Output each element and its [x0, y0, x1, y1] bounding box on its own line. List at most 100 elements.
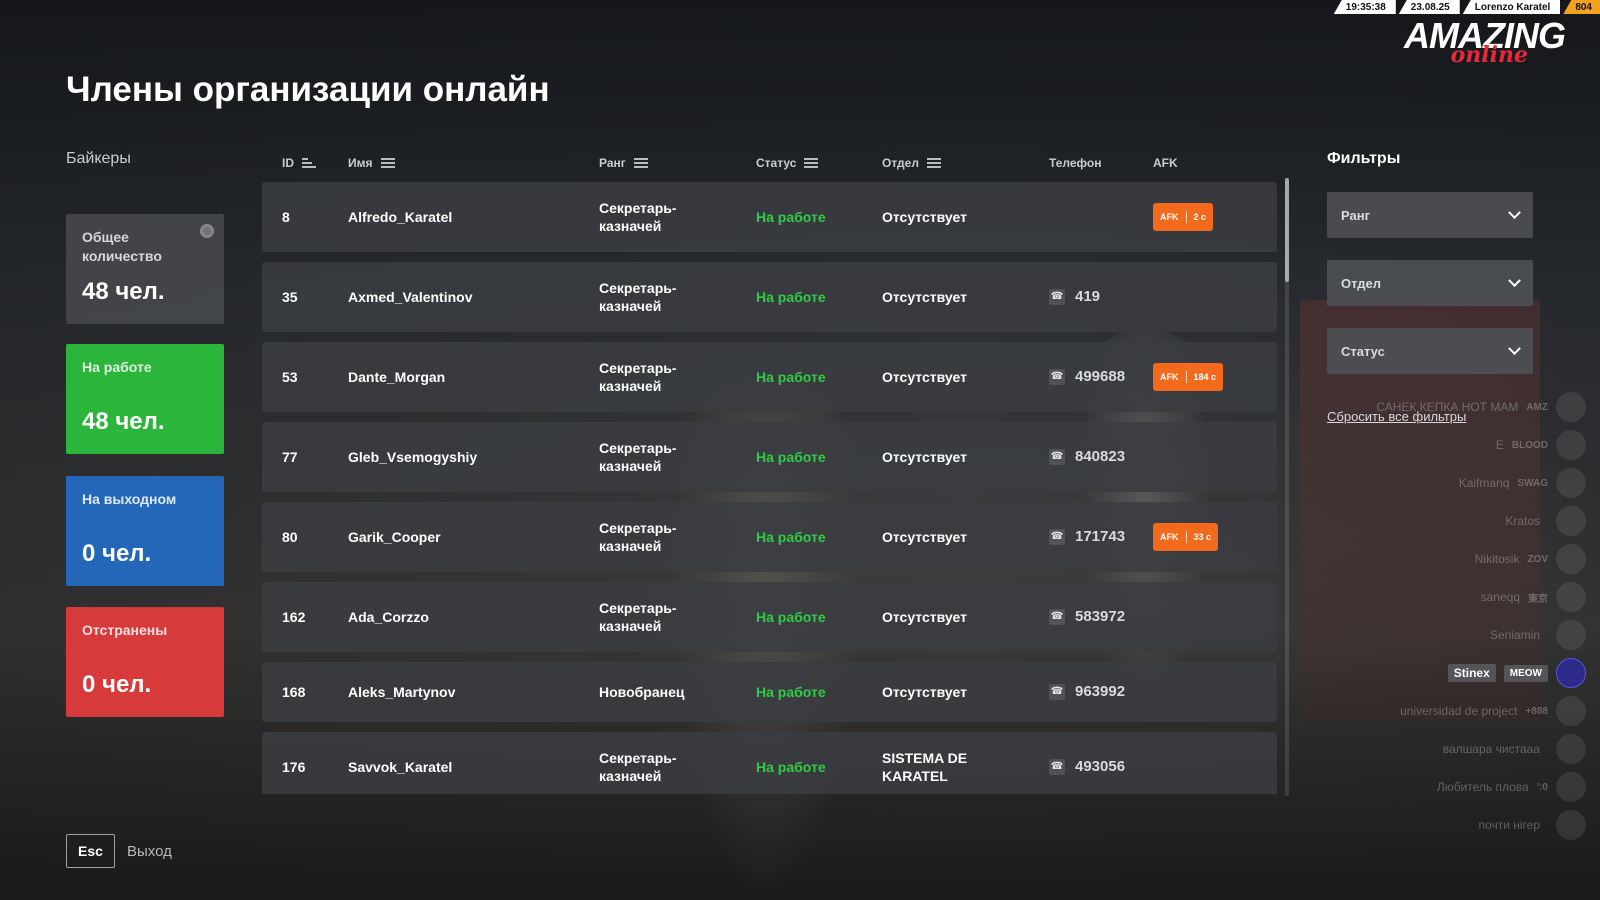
stat-value: 0 чел.	[82, 671, 152, 698]
player-list-overlay: САНЕК КЕПКА НОТ МАМ AMZ E BLOOD Kaifmanq SW…	[1296, 388, 1586, 844]
member-phone[interactable]: ☎ 171743	[1049, 528, 1125, 546]
member-rank: Секретарь-казначей	[599, 520, 677, 554]
member-rank: Секретарь-казначей	[599, 750, 677, 784]
player-name: валшара чистааа	[1442, 742, 1540, 756]
member-status: На работе	[756, 684, 826, 700]
player-tag: AMZ	[1526, 401, 1548, 413]
phone-icon: ☎	[1049, 369, 1065, 385]
members-table[interactable]: 8 Alfredo_Karatel Секретарь-казначей На …	[262, 182, 1277, 794]
member-dept: Отсутствует	[882, 529, 967, 545]
member-phone[interactable]: ☎ 419	[1049, 288, 1100, 306]
player-item: Nikitosik ZOV	[1296, 540, 1586, 578]
member-rank: Секретарь-казначей	[599, 600, 677, 634]
exit-label[interactable]: Выход	[127, 843, 172, 860]
member-rank: Секретарь-казначей	[599, 440, 677, 474]
table-row[interactable]: 162 Ada_Corzzo Секретарь-казначей На раб…	[262, 582, 1277, 652]
organization-name: Байкеры	[66, 150, 131, 167]
member-phone[interactable]: ☎ 963992	[1049, 683, 1125, 701]
sort-icon[interactable]	[804, 158, 819, 168]
avatar	[1556, 810, 1586, 840]
select-label: Статус	[1341, 343, 1385, 359]
player-item: Любитель плова ':0	[1296, 768, 1586, 806]
sort-icon[interactable]	[380, 158, 395, 168]
column-header-dept[interactable]: Отдел	[882, 156, 941, 170]
column-label: Отдел	[882, 156, 919, 170]
member-name: Aleks_Martynov	[348, 684, 456, 700]
column-header-phone: Телефон	[1049, 156, 1101, 170]
column-header-name[interactable]: Имя	[348, 156, 395, 170]
date: 23.08.25	[1398, 0, 1460, 14]
player-item: Kaifmanq SWAG	[1296, 464, 1586, 502]
member-phone[interactable]: ☎ 499688	[1049, 368, 1125, 386]
game-logo: AMAZING online	[1404, 18, 1584, 69]
column-label: AFK	[1153, 156, 1178, 170]
table-row[interactable]: 8 Alfredo_Karatel Секретарь-казначей На …	[262, 182, 1277, 252]
sort-ascending-icon[interactable]	[302, 158, 316, 168]
member-phone[interactable]: ☎ 840823	[1049, 448, 1125, 466]
filter-status-select[interactable]: Статус	[1327, 328, 1533, 374]
afk-time: 33 с	[1193, 532, 1212, 542]
column-header-status[interactable]: Статус	[756, 156, 819, 170]
stat-value: 48 чел.	[82, 278, 165, 305]
stat-card-total[interactable]: Общее количество 48 чел.	[66, 214, 224, 324]
player-tag: 東京	[1528, 593, 1548, 605]
stat-card-working[interactable]: На работе 48 чел.	[66, 344, 224, 454]
player-name: Stinex	[1447, 664, 1496, 682]
member-status: На работе	[756, 209, 826, 225]
info-icon[interactable]	[200, 224, 214, 238]
afk-label: AFK	[1160, 532, 1179, 542]
column-label: Ранг	[599, 156, 626, 170]
column-label: Имя	[348, 156, 373, 170]
stat-card-removed[interactable]: Отстранены 0 чел.	[66, 607, 224, 717]
table-row[interactable]: 168 Aleks_Martynov Новобранец На работе …	[262, 662, 1277, 722]
member-phone[interactable]: ☎ 583972	[1049, 608, 1125, 626]
phone-number: 171743	[1075, 528, 1126, 545]
server-number: 804	[1563, 0, 1600, 14]
column-header-rank[interactable]: Ранг	[599, 156, 648, 170]
afk-time: 2 с	[1193, 212, 1207, 222]
member-id: 77	[282, 449, 298, 465]
esc-key-button[interactable]: Esc	[66, 834, 115, 868]
player-name: Seniamin	[1489, 628, 1540, 642]
chevron-down-icon	[1508, 205, 1521, 219]
stat-label: На выходном	[82, 491, 177, 507]
column-header-id[interactable]: ID	[282, 156, 316, 170]
player-name: saneqq	[1480, 590, 1520, 604]
member-id: 168	[282, 684, 306, 700]
chevron-down-icon	[1508, 273, 1521, 287]
filter-rank-select[interactable]: Ранг	[1327, 192, 1533, 238]
player-name: Lorenzo Karatel	[1462, 0, 1561, 14]
column-label: Телефон	[1049, 156, 1102, 170]
reset-filters-link[interactable]: Сбросить все фильтры	[1327, 409, 1466, 424]
afk-label: AFK	[1160, 212, 1179, 222]
member-rank: Секретарь-казначей	[599, 200, 677, 234]
sort-icon[interactable]	[926, 158, 941, 168]
phone-icon: ☎	[1049, 449, 1065, 465]
player-name: почти нігер	[1478, 818, 1540, 832]
player-item: валшара чистааа	[1296, 730, 1586, 768]
player-tag: +888	[1525, 705, 1548, 717]
phone-icon: ☎	[1049, 289, 1065, 305]
avatar	[1556, 544, 1586, 574]
table-header: ID Имя Ранг Статус Отдел Телефон AFK	[262, 156, 1277, 172]
stat-value: 48 чел.	[82, 408, 165, 435]
sort-icon[interactable]	[633, 158, 648, 168]
stat-card-dayoff[interactable]: На выходном 0 чел.	[66, 476, 224, 586]
table-row[interactable]: 77 Gleb_Vsemogyshiy Секретарь-казначей Н…	[262, 422, 1277, 492]
table-row[interactable]: 80 Garik_Cooper Секретарь-казначей На ра…	[262, 502, 1277, 572]
scrollbar-thumb[interactable]	[1285, 178, 1289, 282]
table-row[interactable]: 35 Axmed_Valentinov Секретарь-казначей Н…	[262, 262, 1277, 332]
member-rank: Секретарь-казначей	[599, 280, 677, 314]
stat-label: На работе	[82, 359, 152, 375]
player-tag: ZOV	[1527, 553, 1548, 565]
table-scrollbar[interactable]	[1285, 178, 1289, 796]
filter-dept-select[interactable]: Отдел	[1327, 260, 1533, 306]
table-row[interactable]: 176 Savvok_Karatel Секретарь-казначей На…	[262, 732, 1277, 794]
phone-number: 840823	[1075, 448, 1126, 465]
table-row[interactable]: 53 Dante_Morgan Секретарь-казначей На ра…	[262, 342, 1277, 412]
stat-label: Общее количество	[82, 229, 162, 264]
member-dept: Отсутствует	[882, 449, 967, 465]
afk-badge: AFK 184 с	[1153, 363, 1224, 391]
member-status: На работе	[756, 449, 826, 465]
member-phone[interactable]: ☎ 493056	[1049, 758, 1125, 776]
